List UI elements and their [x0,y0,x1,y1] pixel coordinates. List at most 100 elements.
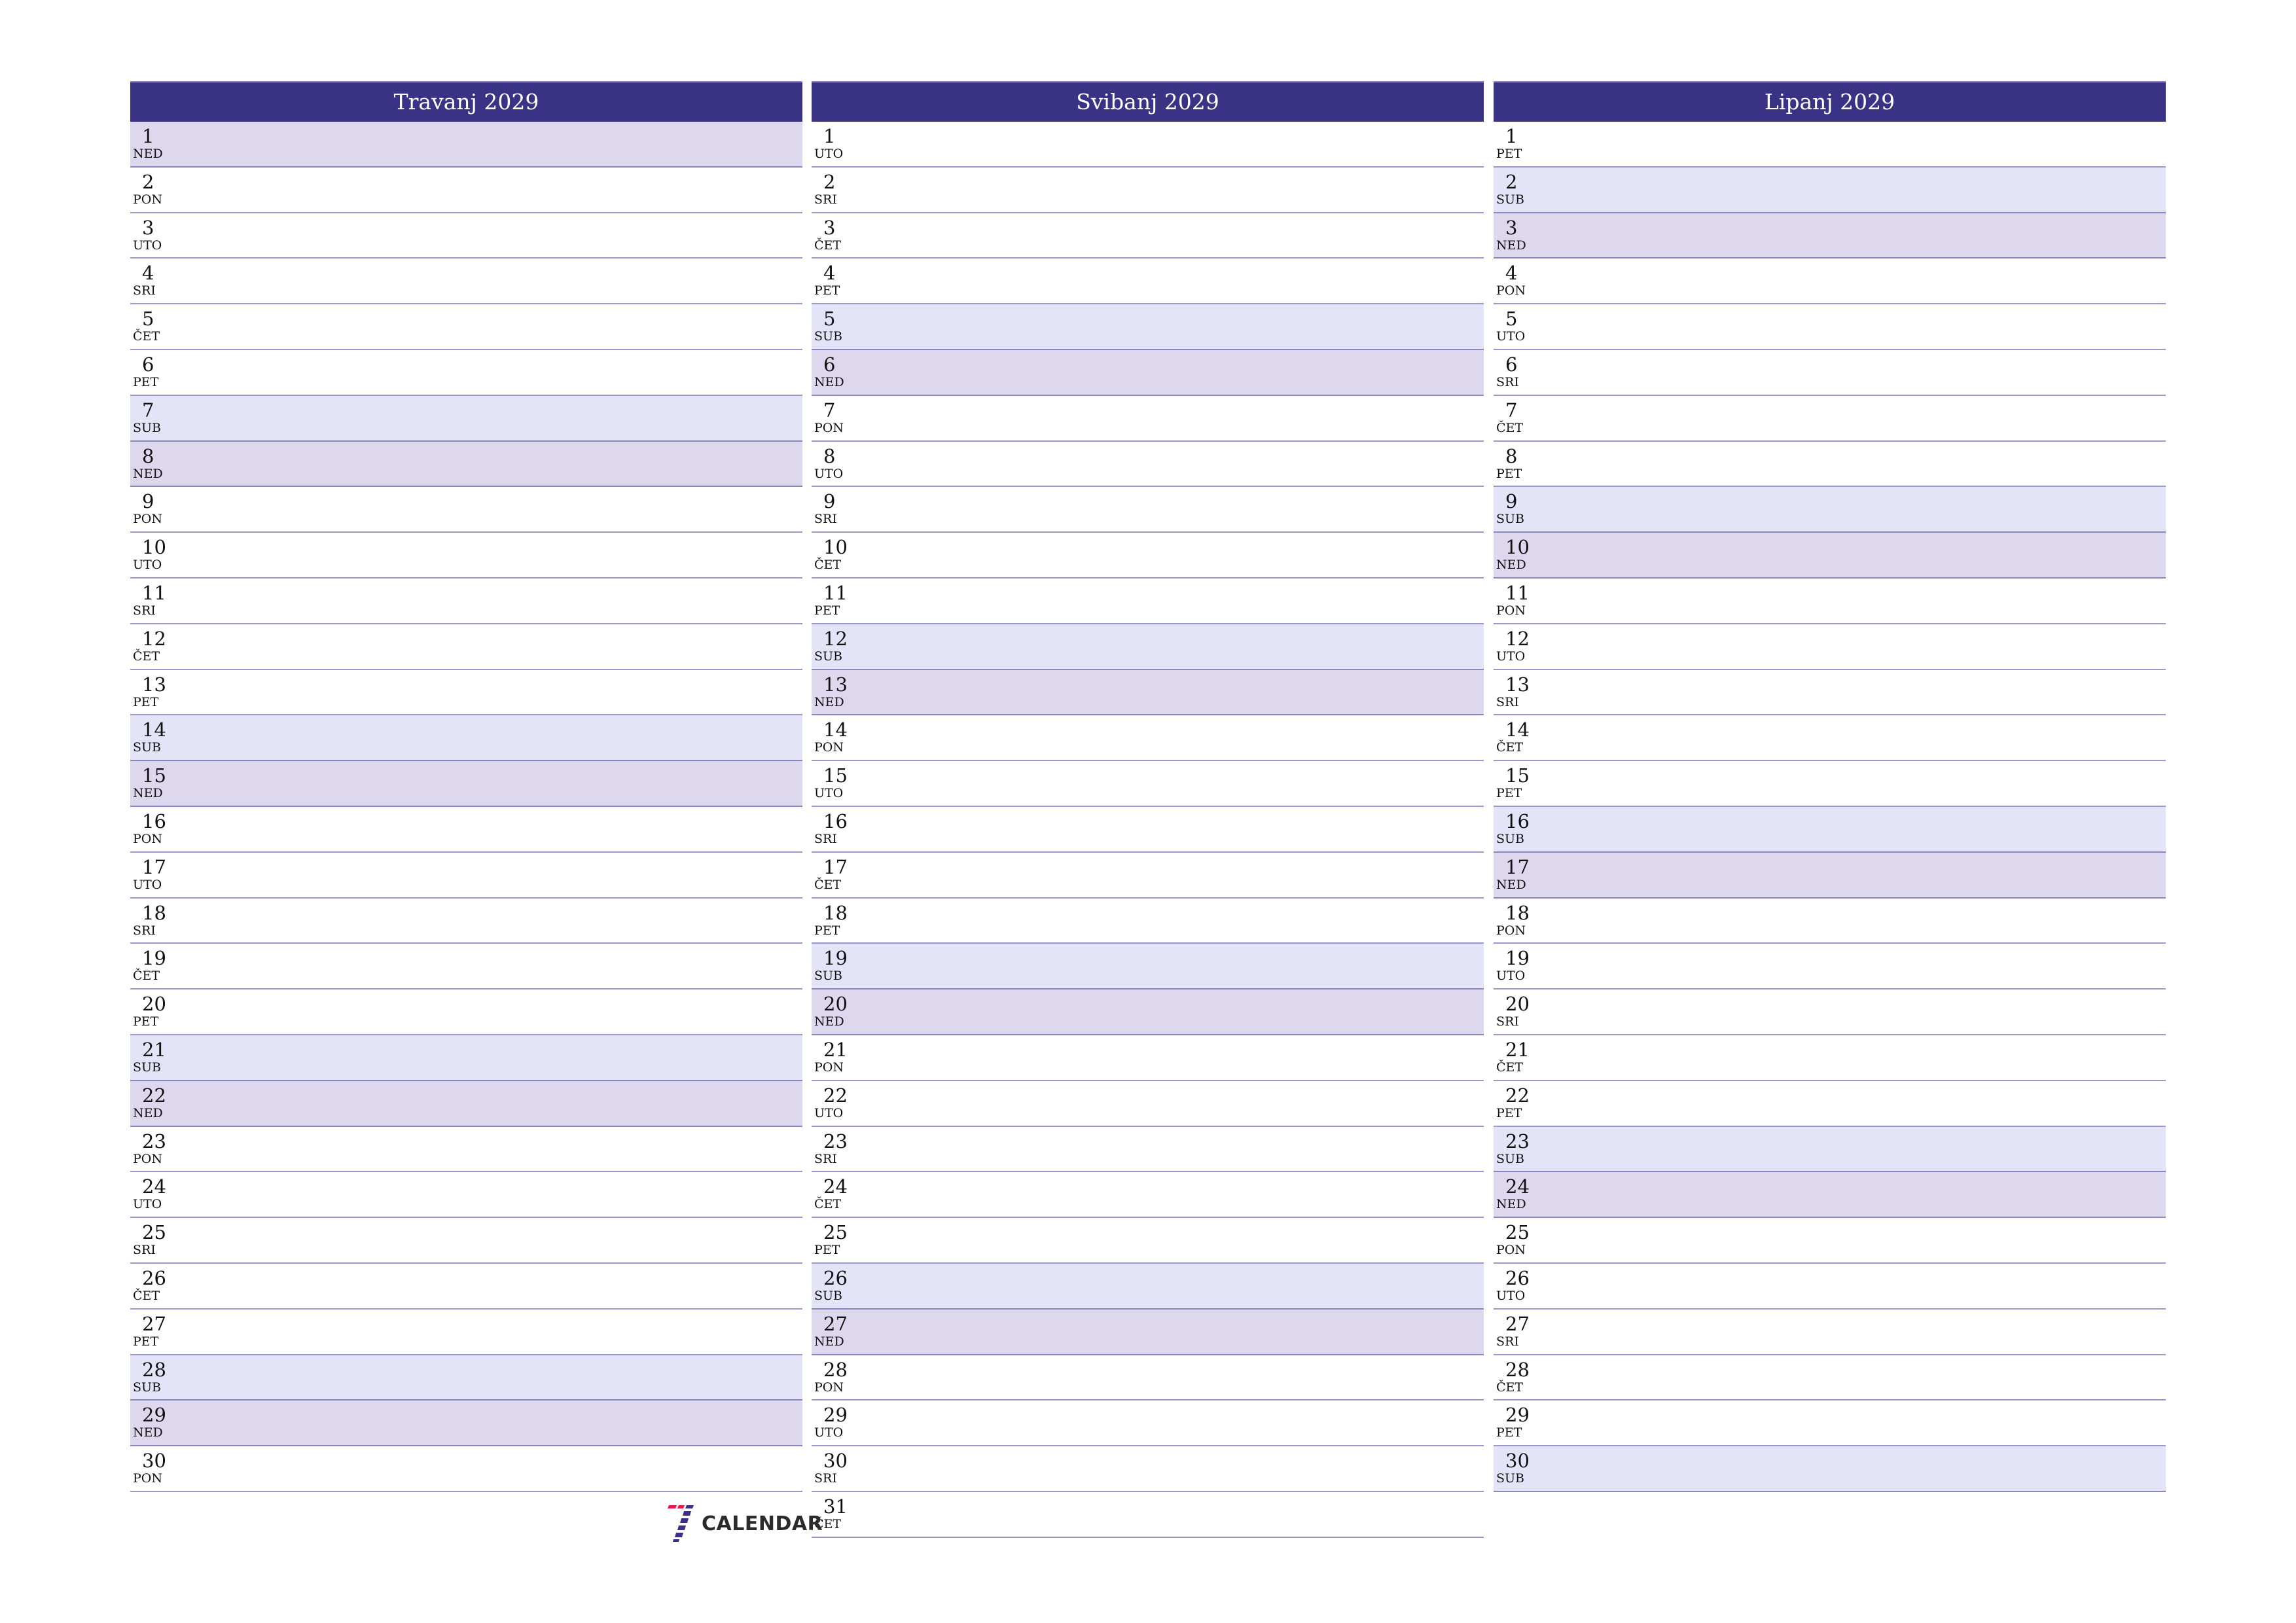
day-number: 5 [1505,308,1518,330]
weekday-label: SUB [814,329,842,344]
day-number: 29 [823,1404,848,1427]
weekday-label: SRI [133,923,156,938]
day-number: 27 [1505,1312,1530,1335]
day-row: 18 PON [1494,898,2166,944]
weekday-label: SUB [814,649,842,664]
day-number: 9 [142,490,154,513]
day-row: 26 SUB [812,1263,1484,1310]
weekday-label: UTO [1496,329,1526,344]
day-number: 1 [142,125,154,147]
day-row: 3 NED [1494,213,2166,259]
weekday-label: ČET [814,238,842,253]
weekday-label: PON [1496,923,1526,938]
day-number: 8 [142,444,154,467]
weekday-label: SRI [1496,1014,1519,1029]
day-number: 29 [142,1404,166,1427]
day-row: 20 SRI [1494,990,2166,1035]
day-row: 1 NED [130,122,802,168]
day-row: 18 SRI [130,898,802,944]
weekday-label: ČET [1496,740,1524,755]
weekday-label: SRI [814,831,837,846]
day-row: 21 ČET [1494,1035,2166,1081]
day-row: 3 ČET [812,213,1484,259]
weekday-label: PON [814,1380,844,1395]
day-number: 26 [823,1266,848,1289]
day-number: 15 [823,764,848,787]
weekday-label: ČET [814,1197,842,1212]
day-number: 6 [1505,353,1518,376]
day-number: 15 [1505,764,1530,787]
day-number: 24 [1505,1175,1530,1198]
day-number: 16 [823,810,848,832]
day-row: 28 PON [812,1355,1484,1401]
day-row: 23 PON [130,1126,802,1173]
day-row: 9 PON [130,487,802,533]
day-number: 16 [142,810,166,832]
weekday-label: UTO [814,786,844,801]
weekday-label: NED [814,694,844,709]
day-row: 13 PET [130,669,802,716]
day-row: 17 UTO [130,852,802,899]
day-row: 7 PON [812,395,1484,442]
weekday-label: UTO [133,238,162,253]
day-number: 27 [142,1312,166,1335]
day-number: 30 [823,1450,848,1472]
day-number: 21 [1505,1038,1530,1061]
day-row: 2 SUB [1494,167,2166,213]
day-number: 12 [142,627,166,650]
day-number: 31 [823,1495,848,1518]
weekday-label: SRI [1496,694,1519,709]
day-number: 29 [1505,1404,1530,1427]
day-number: 7 [1505,399,1518,421]
day-number: 22 [823,1084,848,1107]
day-row: 23 SUB [1494,1126,2166,1173]
weekday-label: UTO [133,558,162,573]
day-number: 21 [142,1038,166,1061]
day-row: 11 SRI [130,578,802,624]
day-row: 14 PON [812,715,1484,762]
weekday-label: SRI [133,283,156,298]
day-number: 23 [823,1130,848,1152]
day-number: 25 [142,1221,166,1244]
seven-calendar-logo-icon [668,1505,694,1542]
weekday-label: ČET [133,969,160,984]
day-row: 10 NED [1494,533,2166,579]
day-row: 9 SRI [812,487,1484,533]
weekday-label: PET [1496,1105,1522,1120]
day-number: 25 [1505,1221,1530,1244]
weekday-label: NED [1496,1197,1526,1212]
month-column-april: Travanj 2029 1 NED 2 PON 3 UTO 4 SRI 5 ČET 6 PET 7 SU… [130,81,802,1492]
weekday-label: ČET [133,329,160,344]
day-row: 3 UTO [130,213,802,259]
day-number: 25 [823,1221,848,1244]
weekday-label: SUB [133,1060,161,1075]
day-row: 6 PET [130,349,802,396]
day-row: 15 NED [130,761,802,807]
day-number: 12 [1505,627,1530,650]
day-row: 13 NED [812,669,1484,716]
day-number: 27 [823,1312,848,1335]
weekday-label: ČET [1496,1380,1524,1395]
weekday-label: PET [814,283,840,298]
weekday-label: ČET [1496,1060,1524,1075]
day-row: 23 SRI [812,1126,1484,1173]
day-number: 4 [1505,262,1518,285]
weekday-label: PET [1496,786,1522,801]
weekday-label: SUB [1496,512,1524,527]
day-number: 12 [823,627,848,650]
weekday-label: UTO [814,1425,844,1440]
day-row: 26 UTO [1494,1263,2166,1310]
day-number: 18 [1505,901,1530,924]
weekday-label: SRI [814,512,837,527]
weekday-label: NED [1496,238,1526,253]
day-row: 29 NED [130,1400,802,1447]
day-number: 20 [1505,993,1530,1016]
day-row: 12 UTO [1494,624,2166,670]
day-row: 16 PON [130,806,802,853]
weekday-label: ČET [814,558,842,573]
day-number: 3 [1505,216,1518,239]
weekday-label: ČET [814,877,842,892]
day-row: 16 SRI [812,806,1484,853]
day-row: 19 UTO [1494,944,2166,990]
weekday-label: UTO [814,1105,844,1120]
